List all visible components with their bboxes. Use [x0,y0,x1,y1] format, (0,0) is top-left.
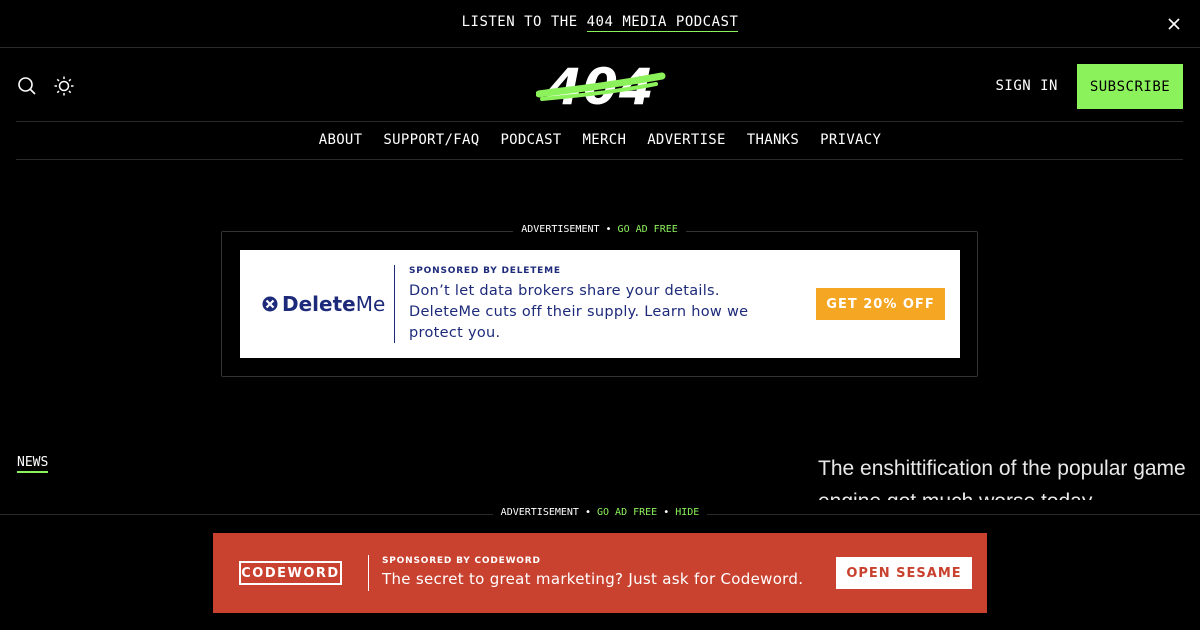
codeword-sponsor-label: SPONSORED BY CODEWORD [382,556,541,566]
nav-divider [16,159,1183,160]
close-icon[interactable] [1164,14,1184,34]
main-nav: ABOUT SUPPORT/FAQ PODCAST MERCH ADVERTIS… [0,132,1200,148]
deleteme-ad-text: Don’t let data brokers share your detail… [409,283,749,341]
sign-in-link[interactable]: SIGN IN [995,78,1058,94]
codeword-ad[interactable]: CODEWORD SPONSORED BY CODEWORD The secre… [213,533,987,613]
podcast-link[interactable]: 404 MEDIA PODCAST [586,14,739,32]
get-20-off-button[interactable]: GET 20% OFF [816,288,945,320]
news-category-tag[interactable]: NEWS [17,455,49,473]
advertisement-box: ADVERTISEMENT • GO AD FREE Delete Me SPONSO… [221,224,978,377]
podcast-banner: LISTEN TO THE 404 MEDIA PODCAST [0,14,1200,32]
advertisement-label-row: ADVERTISEMENT • GO AD FREE [222,224,977,235]
nav-item-thanks[interactable]: THANKS [747,132,799,148]
nav-item-advertise[interactable]: ADVERTISE [647,132,726,148]
deleteme-x-icon [262,296,278,312]
nav-item-support-faq[interactable]: SUPPORT/FAQ [383,132,479,148]
open-sesame-button[interactable]: OPEN SESAME [836,557,972,589]
codeword-divider [368,555,369,591]
deleteme-logo: Delete Me [262,292,385,316]
top-banner: LISTEN TO THE 404 MEDIA PODCAST [0,0,1200,48]
nav-item-podcast[interactable]: PODCAST [500,132,561,148]
banner-prefix: LISTEN TO THE [461,14,587,30]
codeword-ad-text: The secret to great marketing? Just ask … [382,570,804,588]
sun-icon[interactable] [53,75,75,97]
advertisement-label: ADVERTISEMENT [521,224,600,235]
sticky-advertisement-label: ADVERTISEMENT [500,507,579,518]
sticky-go-ad-free-link[interactable]: GO AD FREE [597,507,657,518]
nav-item-about[interactable]: ABOUT [319,132,363,148]
deleteme-brand-thin: Me [355,292,386,316]
header-divider [16,121,1183,122]
go-ad-free-link[interactable]: GO AD FREE [618,224,678,235]
deleteme-ad[interactable]: Delete Me SPONSORED BY DELETEME Don’t let… [240,250,960,358]
deleteme-divider [394,265,395,343]
site-logo[interactable]: 404 [536,58,666,116]
nav-item-privacy[interactable]: PRIVACY [820,132,881,148]
hide-ad-link[interactable]: HIDE [675,507,699,518]
sticky-advertisement-label-row: ADVERTISEMENT • GO AD FREE • HIDE [0,507,1200,518]
codeword-logo: CODEWORD [239,561,342,585]
article-teaser[interactable]: The enshittification of the popular game… [818,452,1188,500]
sticky-ad-bar: ADVERTISEMENT • GO AD FREE • HIDE CODEWORD S… [0,507,1200,630]
search-icon[interactable] [16,75,38,97]
logo-strike-mark [536,72,666,101]
deleteme-brand-bold: Delete [282,292,356,316]
deleteme-sponsor-label: SPONSORED BY DELETEME [409,266,561,276]
subscribe-button[interactable]: SUBSCRIBE [1077,64,1183,109]
nav-item-merch[interactable]: MERCH [583,132,627,148]
